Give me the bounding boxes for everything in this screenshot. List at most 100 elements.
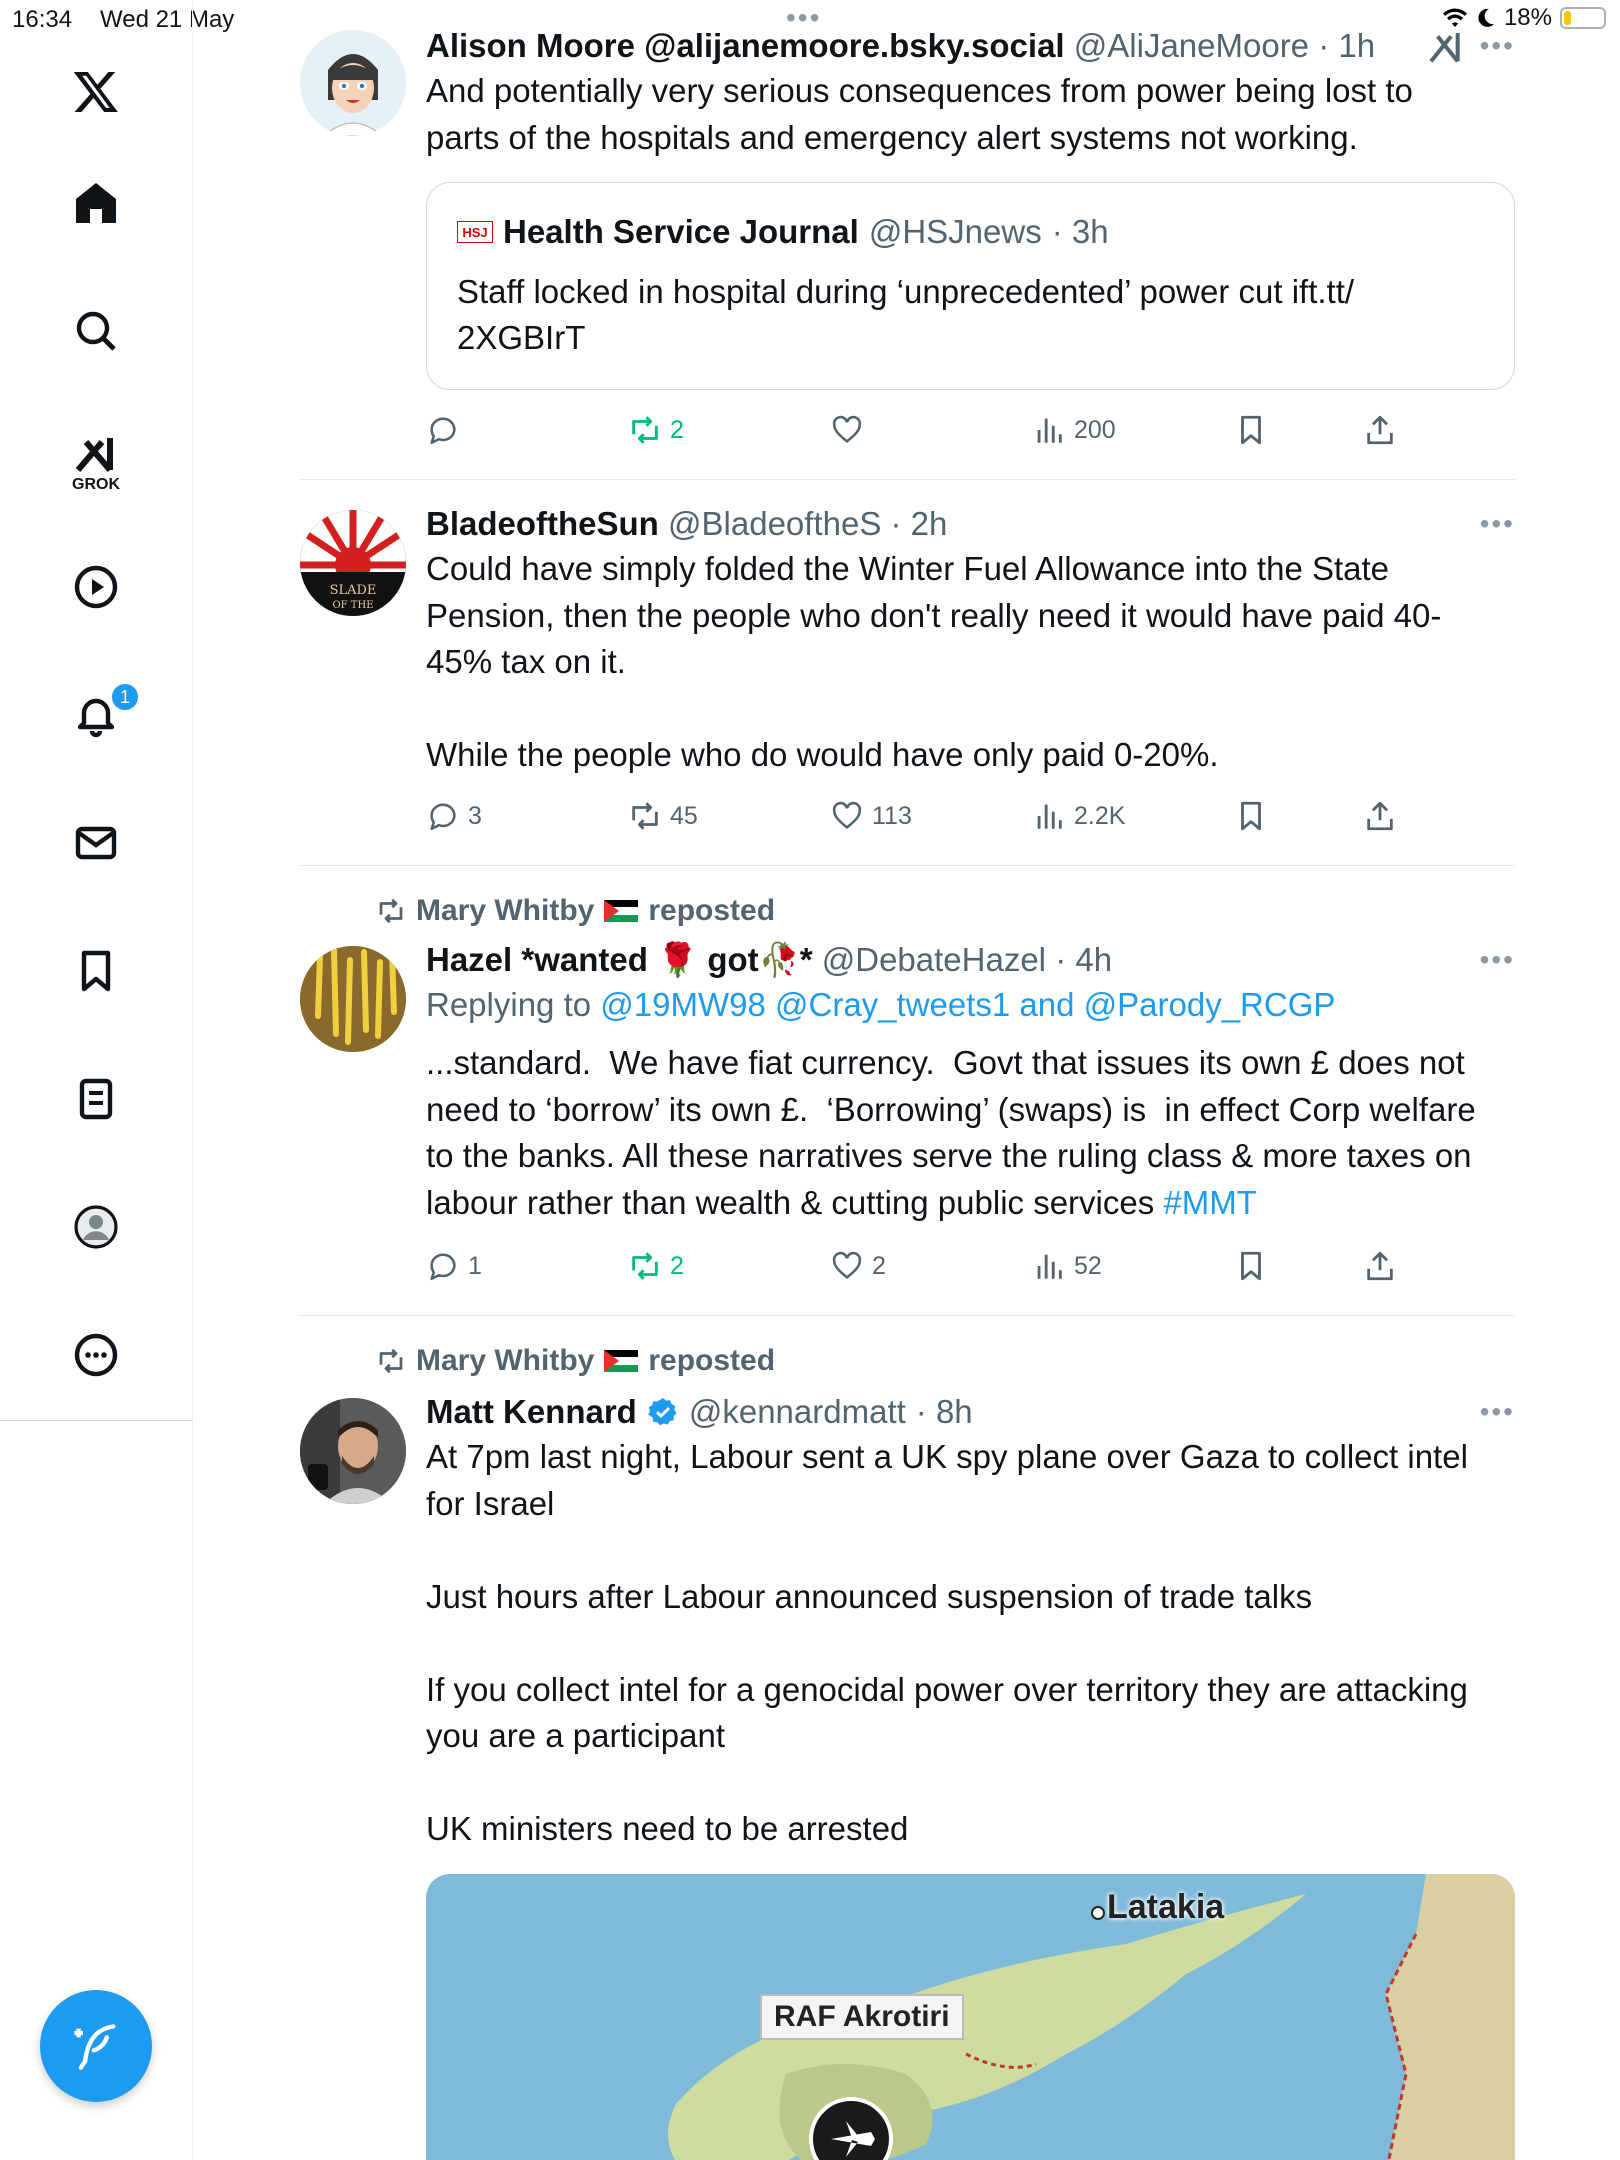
- avatar[interactable]: [300, 946, 406, 1052]
- repost-button[interactable]: 2: [628, 1246, 684, 1286]
- like-button[interactable]: [830, 410, 872, 450]
- hsj-logo: HSJ: [457, 221, 493, 243]
- grok-icon[interactable]: [1426, 28, 1466, 68]
- more-options-icon[interactable]: •••: [1480, 508, 1515, 540]
- tweet-media-map[interactable]: RAF Akrotiri Latakia: [426, 1874, 1515, 2160]
- tweet-header: Alison Moore @alijanemoore.bsky.social @…: [426, 24, 1515, 68]
- replying-to-label: Replying to: [426, 986, 592, 1023]
- nav-bookmarks[interactable]: [46, 936, 146, 1006]
- reply-button[interactable]: 1: [426, 1246, 482, 1286]
- tweet-actions: 2 200: [426, 410, 1426, 450]
- x-logo-icon[interactable]: [46, 56, 146, 126]
- heart-icon: [832, 1251, 862, 1279]
- repost-icon: [632, 1252, 658, 1280]
- bookmark-button[interactable]: [1234, 1246, 1268, 1286]
- display-name[interactable]: Alison Moore @alijanemoore.bsky.social: [426, 27, 1065, 64]
- hashtag-link[interactable]: #MMT: [1163, 1184, 1257, 1221]
- more-options-icon[interactable]: •••: [1480, 1396, 1515, 1428]
- handle[interactable]: @kennardmatt: [689, 1390, 906, 1434]
- avatar[interactable]: SLADE OF THE: [300, 510, 406, 616]
- display-name[interactable]: Matt Kennard: [426, 1390, 637, 1434]
- timestamp[interactable]: · 8h: [916, 1390, 973, 1434]
- reposter-name: Mary Whitby: [416, 894, 595, 927]
- repost-count: 2: [670, 415, 684, 444]
- tweet[interactable]: Alison Moore @alijanemoore.bsky.social @…: [300, 0, 1515, 480]
- tweet[interactable]: SLADE OF THE BladeoftheSun @BladeoftheS …: [300, 480, 1515, 866]
- nav-home[interactable]: [46, 168, 146, 238]
- tweet[interactable]: Mary Whitby reposted Matt Kennard @kenna…: [300, 1316, 1515, 2160]
- repost-context[interactable]: Mary Whitby reposted: [376, 1344, 775, 1378]
- like-count: 2: [872, 1251, 886, 1280]
- bookmark-button[interactable]: [1234, 796, 1268, 836]
- bookmark-icon: [1241, 801, 1261, 831]
- timestamp[interactable]: · 1h: [1318, 27, 1375, 64]
- timestamp[interactable]: · 2h: [891, 505, 948, 542]
- share-button[interactable]: [1363, 410, 1397, 450]
- reply-button[interactable]: 3: [426, 796, 482, 836]
- nav-profile[interactable]: [46, 1192, 146, 1262]
- views-button[interactable]: 2.2K: [1032, 796, 1125, 836]
- more-options-icon[interactable]: •••: [1480, 30, 1515, 62]
- view-count: 200: [1074, 415, 1116, 444]
- reposted-label: reposted: [648, 894, 776, 927]
- notification-badge: 1: [110, 682, 140, 712]
- grok-label: GROK: [72, 476, 120, 493]
- more-options-icon[interactable]: •••: [1480, 944, 1515, 976]
- palestine-flag-icon: [604, 900, 639, 922]
- heart-icon: [832, 415, 862, 443]
- bookmark-icon: [1241, 1251, 1261, 1281]
- avatar[interactable]: [300, 1398, 406, 1504]
- repost-button[interactable]: 2: [628, 410, 684, 450]
- nav-grok[interactable]: GROK: [46, 418, 146, 508]
- avatar[interactable]: [300, 30, 406, 136]
- reply-button[interactable]: [426, 410, 468, 450]
- nav-lists[interactable]: [46, 1064, 146, 1134]
- handle[interactable]: @DebateHazel: [822, 941, 1046, 978]
- views-button[interactable]: 52: [1032, 1246, 1102, 1286]
- timestamp[interactable]: · 4h: [1055, 941, 1112, 978]
- tweet[interactable]: Mary Whitby reposted Hazel *wanted 🌹 got…: [300, 866, 1515, 1316]
- tweet-text: And potentially very serious consequence…: [426, 72, 1423, 156]
- repost-context[interactable]: Mary Whitby reposted: [376, 894, 775, 928]
- reposter-name: Mary Whitby: [416, 1344, 595, 1377]
- view-count: 52: [1074, 1251, 1102, 1280]
- map-image: [426, 1874, 1515, 2160]
- display-name[interactable]: Hazel *wanted 🌹 got🥀*: [426, 941, 813, 978]
- share-button[interactable]: [1363, 796, 1397, 836]
- handle[interactable]: @AliJaneMoore: [1074, 27, 1309, 64]
- svg-text:SLADE: SLADE: [330, 583, 377, 598]
- bookmark-button[interactable]: [1234, 410, 1268, 450]
- repost-button[interactable]: 45: [628, 796, 698, 836]
- handle[interactable]: @BladeoftheS: [668, 505, 881, 542]
- person-avatar-icon: [300, 1398, 406, 1504]
- views-icon: [1037, 804, 1062, 829]
- views-button[interactable]: 200: [1032, 410, 1116, 450]
- repost-icon: [632, 416, 658, 444]
- tweet-text: Could have simply folded the Winter Fuel…: [426, 550, 1442, 773]
- tweet-actions: 1 2 2 52: [426, 1246, 1426, 1286]
- rising-sun-avatar-icon: SLADE OF THE: [300, 510, 406, 616]
- nav-more[interactable]: [46, 1320, 146, 1390]
- compose-button[interactable]: [40, 1990, 152, 2102]
- catkins-avatar-icon: [300, 946, 406, 1052]
- nav-search[interactable]: [46, 296, 146, 366]
- replying-to-users[interactable]: @19MW98 @Cray_tweets1 and @Parody_RCGP: [600, 986, 1335, 1023]
- battery-icon: [1560, 7, 1606, 29]
- display-name[interactable]: BladeoftheSun: [426, 505, 659, 542]
- reply-count: 3: [468, 801, 482, 830]
- share-icon: [1367, 801, 1393, 831]
- like-button[interactable]: 2: [830, 1246, 886, 1286]
- quote-header: HSJ Health Service Journal @HSJnews · 3h: [457, 213, 1109, 251]
- nav-videos[interactable]: [46, 552, 146, 622]
- nav-notifications[interactable]: 1: [46, 680, 146, 750]
- repost-icon: [632, 802, 658, 830]
- share-button[interactable]: [1363, 1246, 1397, 1286]
- tweet-text: At 7pm last night, Labour sent a UK spy …: [426, 1438, 1468, 1847]
- nav-messages[interactable]: [46, 808, 146, 878]
- quote-tweet[interactable]: HSJ Health Service Journal @HSJnews · 3h…: [426, 182, 1515, 390]
- list-icon: [79, 1078, 113, 1120]
- quote-text: Staff locked in hospital during ‘unprece…: [457, 273, 1355, 356]
- repost-icon: [379, 898, 403, 924]
- like-button[interactable]: 113: [830, 796, 912, 836]
- palestine-flag-icon: [604, 1350, 639, 1372]
